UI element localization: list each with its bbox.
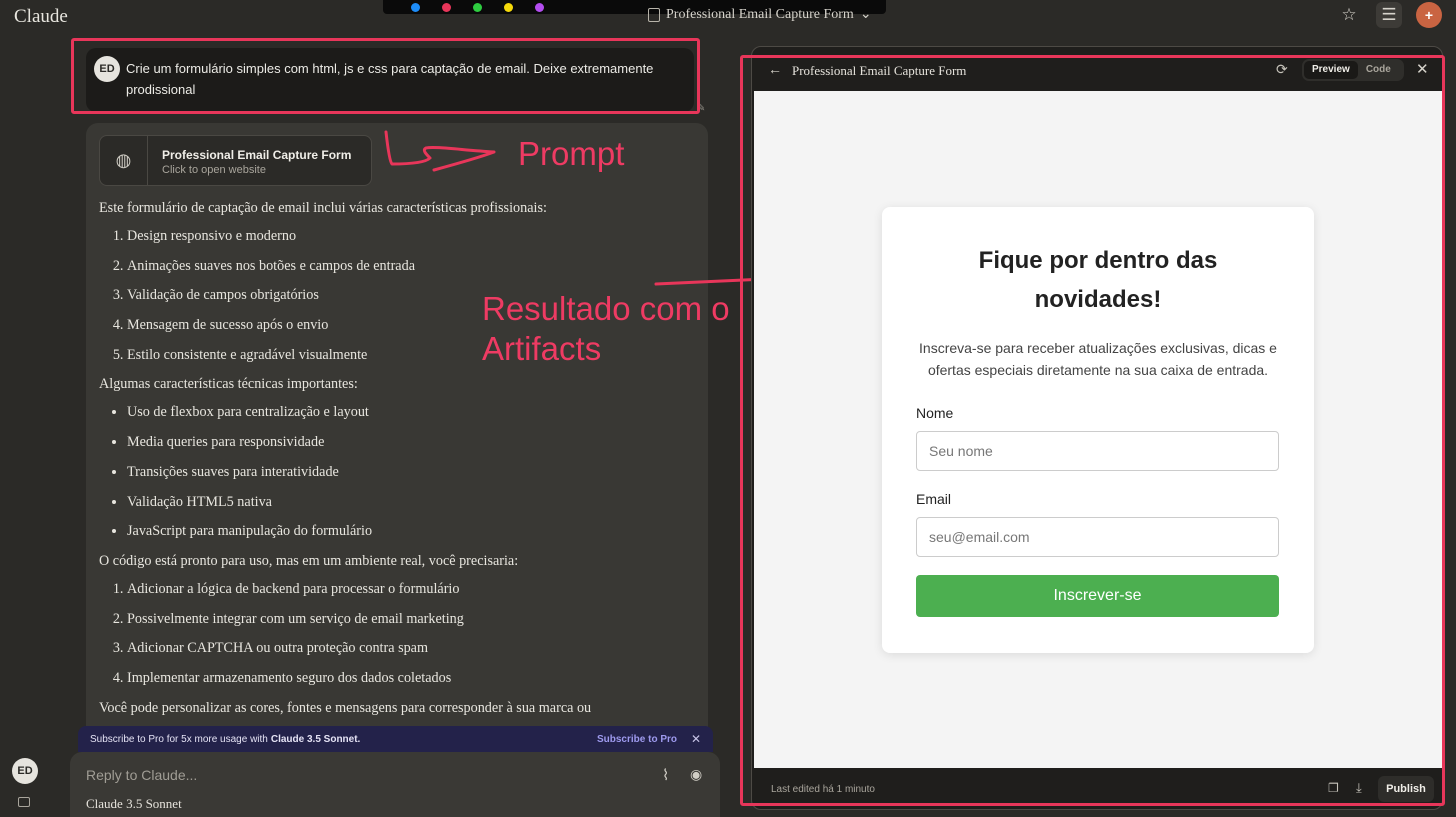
chevron-down-icon: ⌄ bbox=[859, 7, 872, 22]
subscribe-model: Claude 3.5 Sonnet. bbox=[270, 733, 361, 745]
color-swatch-green[interactable] bbox=[473, 2, 482, 12]
model-selector[interactable]: Claude 3.5 Sonnet bbox=[86, 796, 182, 812]
app-brand[interactable]: Claude bbox=[14, 6, 68, 28]
list-item: Estilo consistente e agradável visualmen… bbox=[127, 345, 699, 375]
todo-list: Adicionar a lógica de backend para proce… bbox=[99, 579, 699, 698]
color-swatch-purple[interactable] bbox=[535, 2, 544, 12]
document-title-dropdown[interactable]: Professional Email Capture Form ⌄ bbox=[648, 6, 872, 23]
list-item: Implementar armazenamento seguro dos dad… bbox=[127, 668, 699, 698]
list-item: Design responsivo e moderno bbox=[127, 226, 699, 256]
top-bar: Claude Professional Email Capture Form ⌄… bbox=[0, 0, 1456, 32]
artifact-card-title: Professional Email Capture Form bbox=[162, 148, 352, 162]
closing-paragraph: Você pode personalizar as cores, fontes … bbox=[99, 699, 592, 716]
result-annotation-label-line1: Resultado com o bbox=[482, 290, 730, 327]
star-icon[interactable]: ☆ bbox=[1336, 2, 1362, 28]
reply-input[interactable]: Reply to Claude... bbox=[86, 767, 197, 783]
subscribe-text: Subscribe to Pro for 5x more usage with bbox=[90, 733, 268, 745]
camera-icon[interactable]: ◉ bbox=[690, 766, 702, 783]
globe-icon: ◍ bbox=[100, 136, 148, 185]
list-item: Adicionar a lógica de backend para proce… bbox=[127, 579, 699, 609]
reply-box: Reply to Claude... ⌇ ◉ Claude 3.5 Sonnet bbox=[70, 752, 720, 817]
list-item: Media queries para responsividade bbox=[127, 432, 699, 462]
prompt-highlight-box bbox=[71, 38, 700, 114]
document-icon bbox=[648, 7, 660, 22]
sidebar-toggle-icon[interactable] bbox=[18, 797, 30, 807]
list-item: JavaScript para manipulação do formulári… bbox=[127, 521, 699, 551]
features-intro: Este formulário de captação de email inc… bbox=[99, 200, 547, 216]
paperclip-icon[interactable]: ⌇ bbox=[662, 766, 669, 784]
assistant-response: ◍ Professional Email Capture Form Click … bbox=[86, 123, 708, 753]
tech-list: Uso de flexbox para centralização e layo… bbox=[99, 402, 699, 550]
list-item: Uso de flexbox para centralização e layo… bbox=[127, 402, 699, 432]
subscribe-link[interactable]: Subscribe to Pro bbox=[597, 734, 677, 745]
list-item: Adicionar CAPTCHA ou outra proteção cont… bbox=[127, 638, 699, 668]
artifact-card-subtitle: Click to open website bbox=[162, 164, 266, 176]
color-swatch-blue[interactable] bbox=[411, 2, 420, 12]
prompt-arrow-icon bbox=[384, 130, 496, 172]
ready-intro: O código está pronto para uso, mas em um… bbox=[99, 552, 519, 569]
top-icons: ☆ ☰ + bbox=[1336, 2, 1442, 28]
list-item: Validação HTML5 nativa bbox=[127, 492, 699, 522]
result-annotation-label-line2: Artifacts bbox=[482, 330, 602, 367]
list-item: Possivelmente integrar com um serviço de… bbox=[127, 609, 699, 639]
new-chat-icon[interactable]: + bbox=[1416, 2, 1442, 28]
tech-intro: Algumas características técnicas importa… bbox=[99, 376, 358, 393]
response-body: Este formulário de captação de email inc… bbox=[99, 198, 699, 726]
color-swatch-yellow[interactable] bbox=[504, 2, 513, 12]
list-item: Animações suaves nos botões e campos de … bbox=[127, 256, 699, 286]
sliders-icon[interactable]: ☰ bbox=[1376, 2, 1402, 28]
color-swatch-red[interactable] bbox=[442, 2, 451, 12]
artifact-card[interactable]: ◍ Professional Email Capture Form Click … bbox=[99, 135, 372, 186]
prompt-annotation-label: Prompt bbox=[518, 135, 625, 172]
close-icon[interactable]: ✕ bbox=[691, 732, 701, 746]
list-item: Transições suaves para interatividade bbox=[127, 462, 699, 492]
subscribe-banner: Subscribe to Pro for 5x more usage with … bbox=[78, 726, 713, 752]
sidebar-avatar[interactable]: ED bbox=[12, 758, 38, 784]
document-title: Professional Email Capture Form bbox=[666, 6, 854, 22]
artifact-highlight-box bbox=[740, 55, 1445, 806]
